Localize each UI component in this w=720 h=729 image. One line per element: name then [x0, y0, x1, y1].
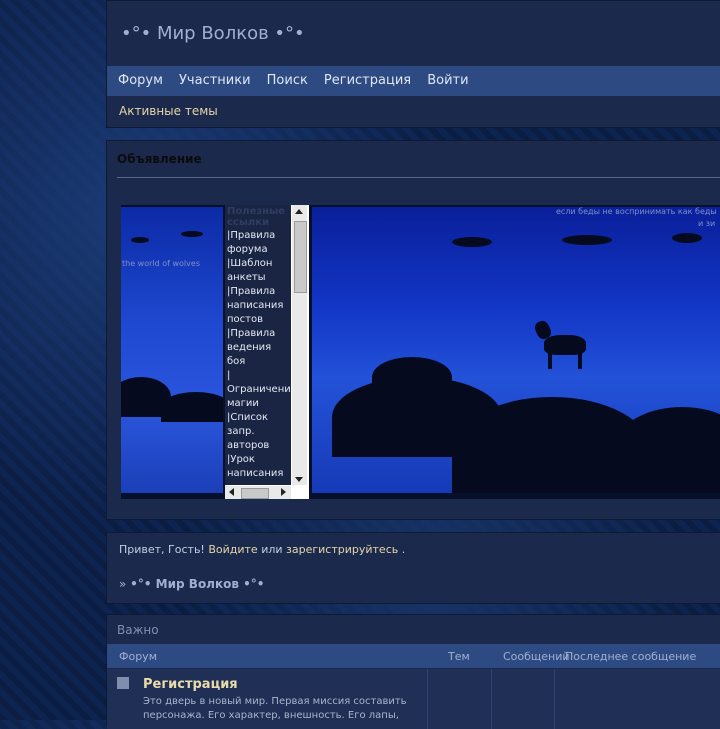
forum-row[interactable]: Регистрация Это дверь в новый мир. Перва… [107, 669, 720, 729]
register-link[interactable]: зарегистрируйтесь [286, 543, 398, 556]
column-divider [427, 669, 428, 729]
useful-links-heading: Полезные ссылки [227, 206, 285, 228]
column-posts: Сообщений [503, 650, 570, 663]
banner-main-image: если беды не воспринимать как беды и зи [312, 207, 720, 493]
active-topics-link[interactable]: Активные темы [119, 104, 218, 118]
forum-status-icon [117, 677, 129, 689]
breadcrumb-board-link[interactable]: •°• Мир Волков •°• [130, 577, 264, 591]
column-last-post: Последнее сообщение [565, 650, 697, 663]
useful-link-line[interactable]: магии [225, 397, 291, 411]
distant-dark-patch [452, 237, 492, 247]
left-dark-patch [131, 237, 149, 243]
greeting-line: Привет, Гость! Войдите или зарегистрируй… [119, 543, 405, 556]
greeting-prefix: Привет, Гость! [119, 543, 209, 556]
useful-link-line[interactable]: анкеты [225, 271, 291, 285]
scroll-left-arrow-icon[interactable] [229, 488, 234, 496]
greeting-suffix: . [401, 543, 406, 556]
useful-link-line[interactable]: |Правила [225, 229, 291, 243]
forum-table-header: Форум Тем Сообщений Последнее сообщение [107, 644, 720, 668]
left-bush [161, 392, 223, 422]
useful-link-line[interactable]: |Урок [225, 453, 291, 467]
board-header: •°• Мир Волков •°• Форум Участники Поиск… [106, 0, 720, 128]
useful-link-line[interactable]: форума [225, 243, 291, 257]
greeting-middle: или [261, 543, 287, 556]
nav-login[interactable]: Войти [427, 66, 468, 96]
forum-description: Это дверь в новый мир. Первая миссия сос… [143, 696, 407, 721]
nav-forum[interactable]: Форум [118, 66, 163, 96]
greeting-panel: Привет, Гость! Войдите или зарегистрируй… [106, 532, 720, 604]
sub-navigation: Активные темы [107, 96, 720, 126]
links-holder: |Правила форума |Шаблон анкеты |Правила напис… [225, 229, 291, 481]
category-important: Важно Форум Тем Сообщений Последнее сооб… [106, 614, 720, 729]
main-navigation: Форум Участники Поиск Регистрация Войти [107, 66, 720, 96]
announcement-divider [117, 177, 720, 178]
scroll-up-arrow-icon[interactable] [295, 209, 303, 214]
distant-dark-patch [672, 233, 702, 243]
breadcrumb: » •°• Мир Волков •°• [119, 577, 264, 591]
left-dark-patch [181, 231, 203, 237]
board-title[interactable]: •°• Мир Волков •°• [121, 23, 305, 44]
useful-link-line[interactable]: |Шаблон [225, 257, 291, 271]
useful-link-line[interactable]: авторов [225, 439, 291, 453]
useful-link-line[interactable]: постов [225, 313, 291, 327]
breadcrumb-arrow: » [119, 577, 131, 591]
useful-link-line[interactable]: |Правила [225, 285, 291, 299]
announcement-panel: Объявление the world of wolves Полезные … [106, 140, 720, 520]
useful-link-line[interactable]: ведения [225, 341, 291, 355]
distant-dark-patch [562, 235, 612, 245]
vertical-scroll-thumb[interactable] [294, 221, 307, 293]
banner-left-caption: the world of wolves [122, 259, 200, 268]
useful-link-line[interactable]: | [225, 369, 291, 383]
wolf-leg [578, 351, 582, 369]
banner-right-caption-2: и зи [698, 219, 716, 228]
column-divider [491, 669, 492, 729]
useful-link-line[interactable]: |Правила [225, 327, 291, 341]
nav-search[interactable]: Поиск [267, 66, 308, 96]
nav-register[interactable]: Регистрация [324, 66, 411, 96]
useful-link-line[interactable]: написания [225, 467, 291, 481]
wolf-leg [548, 351, 552, 369]
scroll-right-arrow-icon[interactable] [281, 488, 286, 496]
useful-link-line[interactable]: Ограничени [225, 383, 291, 397]
horizontal-scroll-thumb[interactable] [241, 488, 269, 499]
column-divider [554, 669, 555, 729]
forum-name-link[interactable]: Регистрация [143, 677, 238, 692]
useful-links-list: Полезные ссылки |Правила форума |Шаблон анк… [225, 205, 291, 485]
useful-link-line[interactable]: написания [225, 299, 291, 313]
useful-link-line[interactable]: боя [225, 355, 291, 369]
useful-link-line[interactable]: запр. [225, 425, 291, 439]
banner-right-caption-1: если беды не воспринимать как беды [556, 207, 717, 216]
horizontal-scrollbar[interactable] [225, 486, 291, 499]
announcement-banner: the world of wolves Полезные ссылки |Пра… [121, 205, 720, 499]
banner-left-image: the world of wolves [121, 207, 223, 493]
vertical-scrollbar[interactable] [292, 205, 307, 485]
nav-members[interactable]: Участники [179, 66, 251, 96]
column-forum: Форум [119, 650, 157, 663]
category-title: Важно [117, 623, 159, 637]
announcement-title: Объявление [117, 152, 202, 166]
useful-link-line[interactable]: |Список [225, 411, 291, 425]
column-topics: Тем [448, 650, 470, 663]
scroll-down-arrow-icon[interactable] [295, 477, 303, 482]
login-link[interactable]: Войдите [208, 543, 257, 556]
foreground-brush [372, 357, 452, 397]
useful-links-box[interactable]: Полезные ссылки |Правила форума |Шаблон анк… [225, 205, 309, 499]
